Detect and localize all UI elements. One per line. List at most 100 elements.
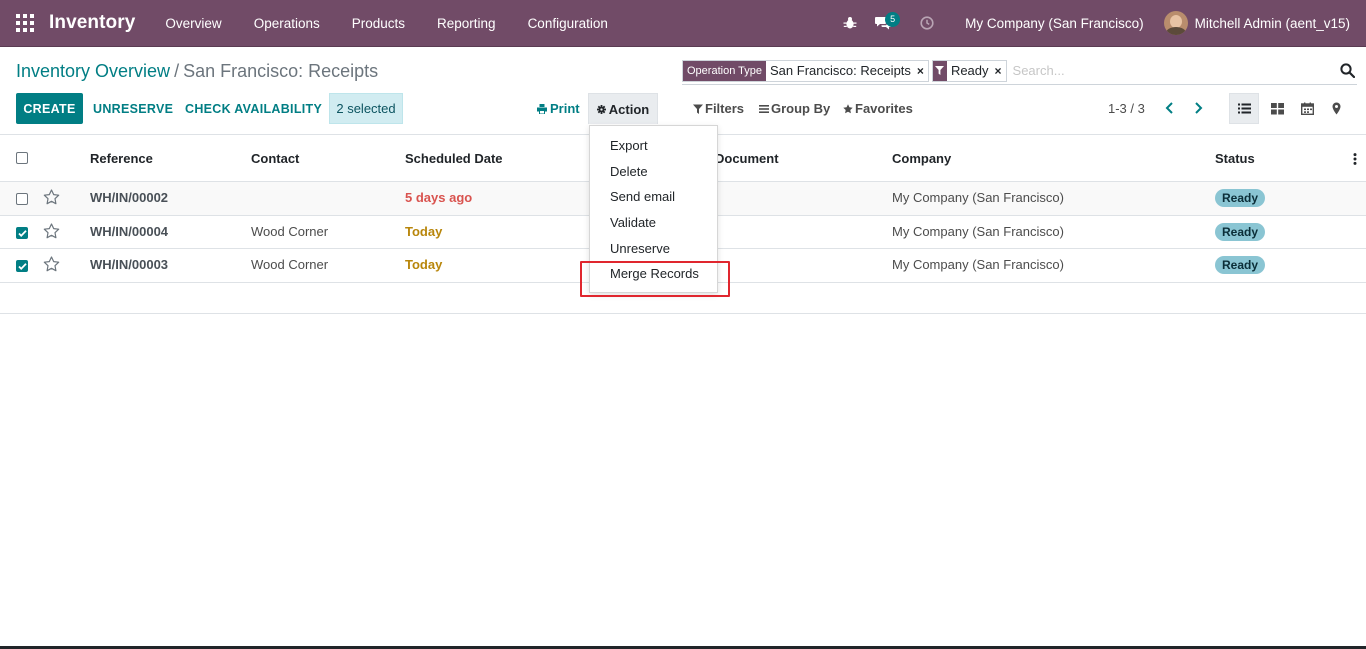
status-badge: Ready [1215, 189, 1266, 207]
facet-label: Operation Type [683, 60, 767, 81]
search-facet-ready: Ready × [931, 59, 1007, 82]
apps-menu-icon[interactable] [0, 0, 49, 47]
menu-item-unreserve[interactable]: Unreserve [590, 235, 717, 261]
user-menu[interactable]: Mitchell Admin (aent_v15) [1163, 11, 1366, 35]
row-checkbox[interactable] [16, 193, 28, 205]
search-facet-operation-type: Operation Type San Francisco: Receipts × [682, 59, 929, 82]
row-company: My Company (San Francisco) [892, 257, 1064, 272]
debug-bug-icon[interactable] [834, 0, 866, 47]
row-scheduled-date: Today [405, 257, 443, 272]
row-company: My Company (San Francisco) [892, 223, 1064, 239]
map-view-button[interactable] [1321, 93, 1351, 124]
select-all-checkbox[interactable] [16, 152, 28, 164]
messages-icon[interactable]: 5 [866, 0, 911, 47]
calendar-view-button[interactable] [1292, 93, 1322, 124]
column-header-status[interactable]: Status [1215, 151, 1255, 166]
column-header-reference[interactable]: Reference [90, 151, 153, 166]
row-scheduled-date: Today [405, 223, 443, 239]
gear-icon [596, 104, 606, 114]
avatar [1163, 11, 1188, 35]
menu-item-merge-records[interactable]: Merge Records [590, 261, 717, 287]
row-reference: WH/IN/00003 [90, 257, 169, 272]
action-dropdown-menu: Export Delete Send email Validate Unrese… [589, 125, 718, 293]
chevron-left-icon[interactable] [1163, 101, 1177, 115]
row-reference: WH/IN/00002 [90, 190, 169, 205]
action-button[interactable]: Action [588, 93, 658, 124]
star-priority-icon[interactable] [43, 256, 60, 273]
status-badge: Ready [1215, 256, 1266, 274]
nav-item-products[interactable]: Products [336, 0, 421, 47]
breadcrumb-separator: / [174, 61, 180, 81]
row-contact: Wood Corner [251, 223, 329, 239]
search-input[interactable] [1012, 63, 1333, 78]
checkmark-icon [18, 263, 27, 270]
activity-clock-icon[interactable] [911, 0, 943, 47]
filters-button[interactable]: Filters [693, 93, 744, 124]
row-checkbox[interactable] [16, 260, 28, 272]
menu-item-delete[interactable]: Delete [590, 159, 717, 185]
chevron-right-icon[interactable] [1191, 101, 1205, 115]
list-view-button[interactable] [1229, 93, 1259, 124]
navbar-systray: 5 My Company (San Francisco) Mitchell Ad… [834, 0, 1366, 47]
unreserve-button[interactable]: UNRESERVE [93, 93, 173, 124]
check-availability-button[interactable]: CHECK AVAILABILITY [185, 93, 322, 124]
action-label: Action [608, 101, 650, 117]
app-brand[interactable]: Inventory [49, 12, 135, 34]
breadcrumb-current: San Francisco: Receipts [183, 61, 379, 81]
favorites-label: Favorites [855, 101, 913, 116]
nav-item-reporting[interactable]: Reporting [421, 0, 512, 47]
messages-count-badge: 5 [885, 11, 901, 27]
kanban-view-button[interactable] [1262, 93, 1292, 124]
selected-count: 2 selected [329, 93, 403, 124]
filter-icon [693, 104, 703, 114]
company-switcher[interactable]: My Company (San Francisco) [943, 16, 1164, 31]
facet-value: San Francisco: Receipts [770, 63, 911, 78]
row-checkbox[interactable] [16, 226, 28, 239]
print-icon [537, 103, 547, 114]
filter-icon [932, 60, 947, 81]
search-icon[interactable] [1340, 63, 1355, 78]
column-header-company[interactable]: Company [892, 151, 951, 166]
map-marker-icon [1332, 102, 1340, 115]
group-by-label: Group By [771, 101, 831, 116]
breadcrumb-parent-link[interactable]: Inventory Overview [16, 61, 170, 81]
facet-remove-button[interactable]: × [993, 61, 1006, 81]
column-header-scheduled-date[interactable]: Scheduled Date [405, 151, 503, 166]
top-navbar: Inventory Overview Operations Products R… [0, 0, 1366, 47]
facet-value: Ready [950, 63, 989, 78]
table-footer-divider [0, 313, 1366, 314]
facet-remove-button[interactable]: × [915, 61, 928, 81]
column-header-contact[interactable]: Contact [251, 151, 299, 166]
star-priority-icon[interactable] [43, 189, 60, 206]
create-button[interactable]: CREATE [16, 93, 83, 124]
list-icon [759, 104, 769, 113]
row-scheduled-date: 5 days ago [405, 190, 473, 205]
optional-columns-kebab-icon[interactable] [1353, 153, 1357, 165]
search-bar: Operation Type San Francisco: Receipts ×… [682, 57, 1357, 85]
row-contact: Wood Corner [251, 257, 329, 272]
group-by-button[interactable]: Group By [759, 93, 830, 124]
filters-label: Filters [705, 101, 745, 116]
column-header-source-document[interactable]: Document [715, 151, 779, 166]
menu-item-validate[interactable]: Validate [590, 210, 717, 236]
print-button[interactable]: Print [537, 93, 580, 124]
breadcrumb: Inventory Overview / San Francisco: Receip… [16, 61, 378, 82]
print-label: Print [550, 101, 580, 116]
row-reference: WH/IN/00004 [90, 223, 169, 239]
nav-item-overview[interactable]: Overview [149, 0, 237, 47]
nav-item-configuration[interactable]: Configuration [512, 0, 624, 47]
checkmark-icon [18, 229, 27, 237]
favorites-button[interactable]: Favorites [843, 93, 913, 124]
nav-item-operations[interactable]: Operations [238, 0, 336, 47]
star-priority-icon[interactable] [43, 222, 60, 240]
kanban-view-icon [1270, 103, 1284, 115]
calendar-view-icon [1300, 102, 1314, 115]
menu-item-export[interactable]: Export [590, 133, 717, 159]
pager-value[interactable]: 1-3 / 3 [1108, 93, 1145, 124]
user-name: Mitchell Admin (aent_v15) [1194, 15, 1350, 31]
menu-item-send-email[interactable]: Send email [590, 184, 717, 210]
status-badge: Ready [1215, 222, 1266, 241]
star-icon [843, 103, 853, 113]
row-company: My Company (San Francisco) [892, 190, 1064, 205]
list-view-icon [1237, 103, 1251, 114]
